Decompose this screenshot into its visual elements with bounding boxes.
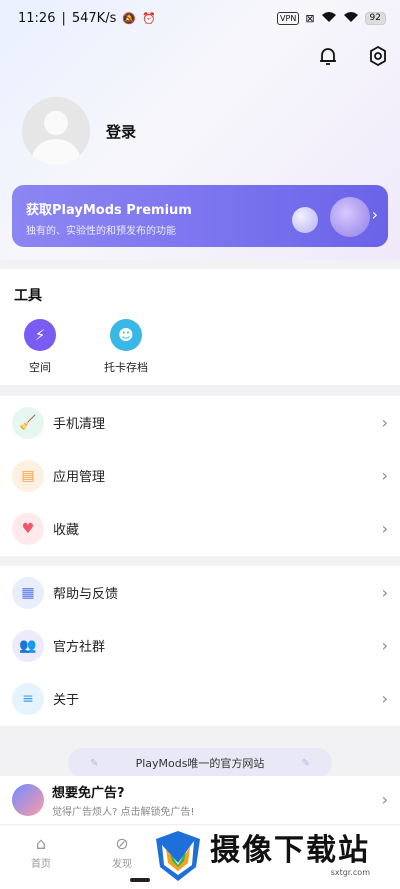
ad-title: 想要免广告? <box>52 786 125 801</box>
official-site-banner[interactable]: ✎ PlayMods唯一的官方网站 ✎ <box>68 748 332 778</box>
tools-title: 工具 <box>14 288 42 304</box>
nav-discover[interactable]: ⊘ 发现 <box>102 833 142 871</box>
watermark-text: 摄像下载站 sxtgr.com <box>210 833 370 878</box>
menu-item-app-manage[interactable]: ▤ 应用管理 › <box>0 449 400 502</box>
feather-icon: ✎ <box>90 757 99 769</box>
menu-group-1: 🧹 手机清理 › ▤ 应用管理 › ♥ 收藏 › <box>0 396 400 556</box>
menu-item-phone-clean[interactable]: 🧹 手机清理 › <box>0 396 400 449</box>
settings-icon[interactable] <box>366 44 390 68</box>
premium-orb-icon <box>292 207 318 233</box>
compass-icon: ⊘ <box>115 833 129 853</box>
login-label[interactable]: 登录 <box>106 121 136 142</box>
toca-avatar-icon: ☻ <box>110 319 142 351</box>
vpn-icon: VPN <box>277 11 300 25</box>
status-right: VPN ⊠ 92 <box>277 11 386 26</box>
menu-label: 应用管理 <box>53 470 106 485</box>
nav-label: 发现 <box>112 859 132 870</box>
menu-label: 手机清理 <box>53 417 106 432</box>
status-left: 11:26 | 547K/s 🔕 ⏰ <box>18 11 156 26</box>
chevron-right-icon: › <box>371 205 378 224</box>
about-icon: ≡ <box>12 682 44 715</box>
feather-icon: ✎ <box>301 757 310 769</box>
chevron-right-icon: › <box>381 790 388 809</box>
header-actions <box>316 44 390 68</box>
gesture-bar <box>130 878 150 882</box>
mute-icon: 🔕 <box>122 11 137 25</box>
wifi-2-icon <box>343 11 359 26</box>
tool-item-space[interactable]: ⚡ 空间 <box>14 319 66 375</box>
app-manage-icon: ▤ <box>12 459 44 492</box>
official-site-text: PlayMods唯一的官方网站 <box>135 757 265 770</box>
chevron-right-icon: › <box>381 689 388 708</box>
status-time: 11:26 <box>18 10 56 26</box>
premium-mascot-icon <box>330 197 370 237</box>
no-sim-icon: ⊠ <box>305 11 315 25</box>
ad-text: 想要免广告? 觉得广告烦人? 点击解锁免广告! <box>52 782 195 818</box>
premium-title: 获取PlayMods Premium <box>26 203 192 218</box>
profile-section[interactable]: 登录 <box>22 97 136 165</box>
broom-icon: 🧹 <box>12 406 44 439</box>
tool-item-toca-save[interactable]: ☻ 托卡存档 <box>100 319 152 375</box>
battery-icon: 92 <box>364 11 386 25</box>
watermark-title: 摄像下载站 <box>210 833 370 868</box>
alarm-icon: ⏰ <box>142 11 156 25</box>
watermark-logo-icon <box>156 830 200 881</box>
avatar[interactable] <box>22 97 90 165</box>
watermark: 摄像下载站 sxtgr.com <box>152 822 400 889</box>
ad-pig-icon <box>12 784 44 816</box>
menu-label: 帮助与反馈 <box>53 587 119 602</box>
home-icon: ⌂ <box>35 833 47 853</box>
community-icon: 👥 <box>12 629 44 662</box>
chevron-right-icon: › <box>381 413 388 432</box>
nav-home[interactable]: ⌂ 首页 <box>21 833 61 871</box>
premium-subtitle: 独有的、实验性的和预发布的功能 <box>26 226 176 237</box>
menu-label: 收藏 <box>53 523 80 538</box>
remove-ads-banner[interactable]: 想要免广告? 觉得广告烦人? 点击解锁免广告! › <box>0 776 400 824</box>
status-speed: 547K/s <box>71 10 117 26</box>
status-divider: | <box>61 10 66 26</box>
heart-icon: ♥ <box>12 512 44 545</box>
bell-icon[interactable] <box>316 44 340 68</box>
chevron-right-icon: › <box>381 519 388 538</box>
menu-item-community[interactable]: 👥 官方社群 › <box>0 619 400 672</box>
menu-label: 关于 <box>53 693 80 708</box>
tool-label: 托卡存档 <box>104 361 148 374</box>
premium-banner[interactable]: 获取PlayMods Premium 独有的、实验性的和预发布的功能 › <box>12 185 388 247</box>
menu-item-favorites[interactable]: ♥ 收藏 › <box>0 502 400 555</box>
tool-row: ⚡ 空间 ☻ 托卡存档 <box>14 319 386 375</box>
ad-subtitle: 觉得广告烦人? 点击解锁免广告! <box>52 807 195 818</box>
status-bar: 11:26 | 547K/s 🔕 ⏰ VPN ⊠ 92 <box>0 0 400 36</box>
watermark-url: sxtgr.com <box>330 868 370 877</box>
chevron-right-icon: › <box>381 466 388 485</box>
feedback-icon: ▦ <box>12 576 44 609</box>
wifi-icon <box>321 11 337 26</box>
chevron-right-icon: › <box>381 583 388 602</box>
menu-item-help-feedback[interactable]: ▦ 帮助与反馈 › <box>0 566 400 619</box>
tool-label: 空间 <box>29 361 51 374</box>
nav-label: 首页 <box>31 859 51 870</box>
bolt-icon: ⚡ <box>24 319 56 351</box>
menu-group-2: ▦ 帮助与反馈 › 👥 官方社群 › ≡ 关于 › <box>0 566 400 726</box>
menu-label: 官方社群 <box>53 640 106 655</box>
menu-item-about[interactable]: ≡ 关于 › <box>0 672 400 725</box>
chevron-right-icon: › <box>381 636 388 655</box>
tools-section: 工具 ⚡ 空间 ☻ 托卡存档 <box>0 269 400 385</box>
